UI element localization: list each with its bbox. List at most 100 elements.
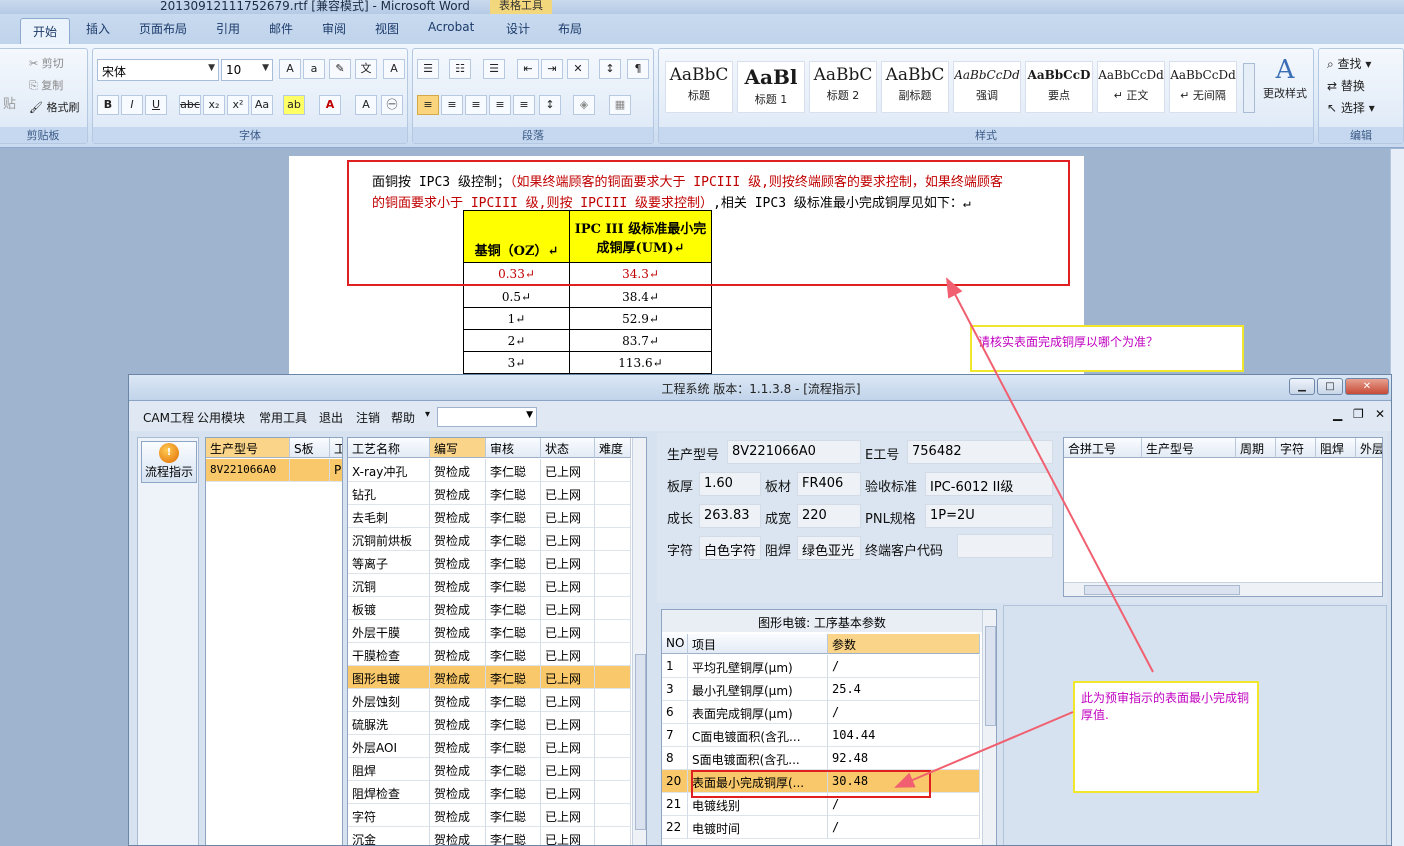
grid-header[interactable]: 编写 [430, 438, 486, 458]
sort-button[interactable]: ↕ [599, 59, 621, 79]
line-spacing-button[interactable]: ↕ [539, 95, 561, 115]
change-case-button[interactable]: Aa [251, 95, 273, 115]
menu-cam[interactable]: CAM工程 [143, 409, 194, 426]
grid-header[interactable]: 审核 [486, 438, 541, 458]
quick-access-toolbar[interactable] [0, 0, 130, 14]
asian-layout-button[interactable]: ✕ [567, 59, 589, 79]
char-shading-button[interactable]: A [355, 95, 377, 115]
tab-references[interactable]: 引用 [216, 20, 240, 37]
font-color-button[interactable]: A [319, 95, 341, 115]
clear-format-button[interactable]: ✎ [329, 59, 351, 79]
scrollbar-thumb[interactable] [635, 654, 646, 830]
style-heading2[interactable]: AaBbC 标题 2 [809, 61, 877, 113]
phonetic-button[interactable]: 文 [355, 59, 377, 79]
grid-header[interactable]: 合拼工号 [1064, 438, 1142, 458]
underline-button[interactable]: U [145, 95, 167, 115]
tab-view[interactable]: 视图 [375, 20, 399, 37]
minimize-button[interactable]: ▁ [1289, 378, 1315, 395]
mask-field[interactable]: 绿色亚光 [797, 536, 861, 560]
strikethrough-button[interactable]: abc [179, 95, 201, 115]
grid-header[interactable]: 工艺名称 [348, 438, 430, 458]
param-scrollbar[interactable] [982, 610, 996, 845]
grid-header[interactable]: 生产型号 [1142, 438, 1236, 458]
numbering-button[interactable]: ☷ [449, 59, 471, 79]
mdi-restore-icon[interactable]: ❐ [1353, 407, 1364, 421]
subscript-button[interactable]: x₂ [203, 95, 225, 115]
grid-header[interactable]: 外层 [1356, 438, 1382, 458]
grid-header[interactable]: 状态 [541, 438, 595, 458]
grid-header[interactable]: 参数 [828, 634, 980, 654]
multilevel-list-button[interactable]: ☰ [483, 59, 505, 79]
customer-code-field[interactable] [957, 534, 1053, 558]
shading-button[interactable]: ◈ [573, 95, 595, 115]
menu-exit[interactable]: 退出 [319, 409, 343, 426]
show-marks-button[interactable]: ¶ [627, 59, 649, 79]
process-scrollbar[interactable] [632, 438, 646, 845]
grid-header[interactable]: S板 [290, 438, 330, 458]
styles-scroll[interactable] [1243, 63, 1255, 113]
borders-button[interactable]: ▦ [609, 95, 631, 115]
replace-button[interactable]: ⇄ 替换 [1327, 77, 1365, 94]
width-field[interactable]: 220 [797, 504, 861, 528]
change-styles-button[interactable]: A 更改样式 [1259, 55, 1311, 101]
find-button[interactable]: ⌕ 查找 ▾ [1327, 55, 1371, 72]
menu-logout[interactable]: 注销 [356, 409, 380, 426]
scrollbar-thumb[interactable] [1084, 585, 1240, 595]
tab-home[interactable]: 开始 [20, 18, 71, 44]
distribute-button[interactable]: ≡ [513, 95, 535, 115]
eno-field[interactable]: 756482 [907, 440, 1053, 464]
align-center-button[interactable]: ≡ [441, 95, 463, 115]
chevron-down-icon[interactable]: ▾ [425, 409, 430, 420]
maximize-button[interactable]: □ [1317, 378, 1343, 395]
menu-help[interactable]: 帮助 [391, 409, 415, 426]
style-heading1[interactable]: AaBl 标题 1 [737, 61, 805, 113]
align-left-button[interactable]: ≡ [417, 95, 439, 115]
menu-tools[interactable]: 常用工具 [259, 409, 307, 426]
grid-header[interactable]: 阻焊 [1316, 438, 1356, 458]
format-painter-button[interactable]: 🖌 格式刷 [29, 99, 79, 115]
copy-button[interactable]: ⎘ 复制 [29, 77, 63, 93]
scrollbar-thumb[interactable] [985, 626, 996, 726]
highlight-button[interactable]: ab [283, 95, 305, 115]
style-emphasis[interactable]: AaBbCcDd 强调 [953, 61, 1021, 113]
menu-public[interactable]: 公用模块 [197, 409, 245, 426]
italic-button[interactable]: I [121, 95, 143, 115]
grid-header[interactable]: 字符 [1276, 438, 1316, 458]
pnl-field[interactable]: 1P=2U [925, 504, 1053, 528]
mdi-minimize-icon[interactable]: ▁ [1333, 407, 1342, 421]
grid-header[interactable]: 难度 [595, 438, 631, 458]
close-button[interactable]: ✕ [1345, 378, 1389, 395]
flow-instruction-button[interactable]: ! 流程指示 [141, 441, 197, 483]
cut-button[interactable]: ✂ 剪切 [29, 55, 64, 71]
shrink-font-button[interactable]: a [303, 59, 325, 79]
grid-header[interactable]: 项目 [688, 634, 828, 654]
decrease-indent-button[interactable]: ⇤ [517, 59, 539, 79]
grow-font-button[interactable]: A [279, 59, 301, 79]
select-button[interactable]: ↖ 选择 ▾ [1327, 99, 1375, 116]
tab-page-layout[interactable]: 页面布局 [139, 20, 187, 37]
align-right-button[interactable]: ≡ [465, 95, 487, 115]
tab-design[interactable]: 设计 [506, 20, 530, 37]
style-title[interactable]: AaBbC 标题 [665, 61, 733, 113]
paste-button[interactable]: 贴 [3, 93, 16, 112]
style-no-spacing[interactable]: AaBbCcDd ↵ 无间隔 [1169, 61, 1237, 113]
tab-review[interactable]: 审阅 [322, 20, 346, 37]
length-field[interactable]: 263.83 [699, 504, 761, 528]
grid-header[interactable]: 生产型号 [206, 438, 290, 458]
material-field[interactable]: FR406 [797, 472, 861, 496]
style-strong[interactable]: AaBbCcD 要点 [1025, 61, 1093, 113]
bullets-button[interactable]: ☰ [417, 59, 439, 79]
standard-field[interactable]: IPC-6012 II级 [925, 472, 1053, 496]
font-name-combo[interactable]: 宋体 ▼ [97, 59, 219, 81]
mdi-close-icon[interactable]: ✕ [1375, 407, 1385, 421]
style-normal[interactable]: AaBbCcDd ↵ 正文 [1097, 61, 1165, 113]
char-field[interactable]: 白色字符 [699, 536, 761, 560]
model-field[interactable]: 8V221066A0 [727, 440, 861, 464]
bold-button[interactable]: B [97, 95, 119, 115]
tab-insert[interactable]: 插入 [86, 20, 110, 37]
tab-acrobat[interactable]: Acrobat [428, 20, 474, 34]
tab-layout[interactable]: 布局 [558, 20, 582, 37]
font-size-combo[interactable]: 10 ▼ [221, 59, 273, 81]
grid-header[interactable]: 工 [330, 438, 342, 458]
grid-header[interactable]: NO [662, 634, 688, 654]
